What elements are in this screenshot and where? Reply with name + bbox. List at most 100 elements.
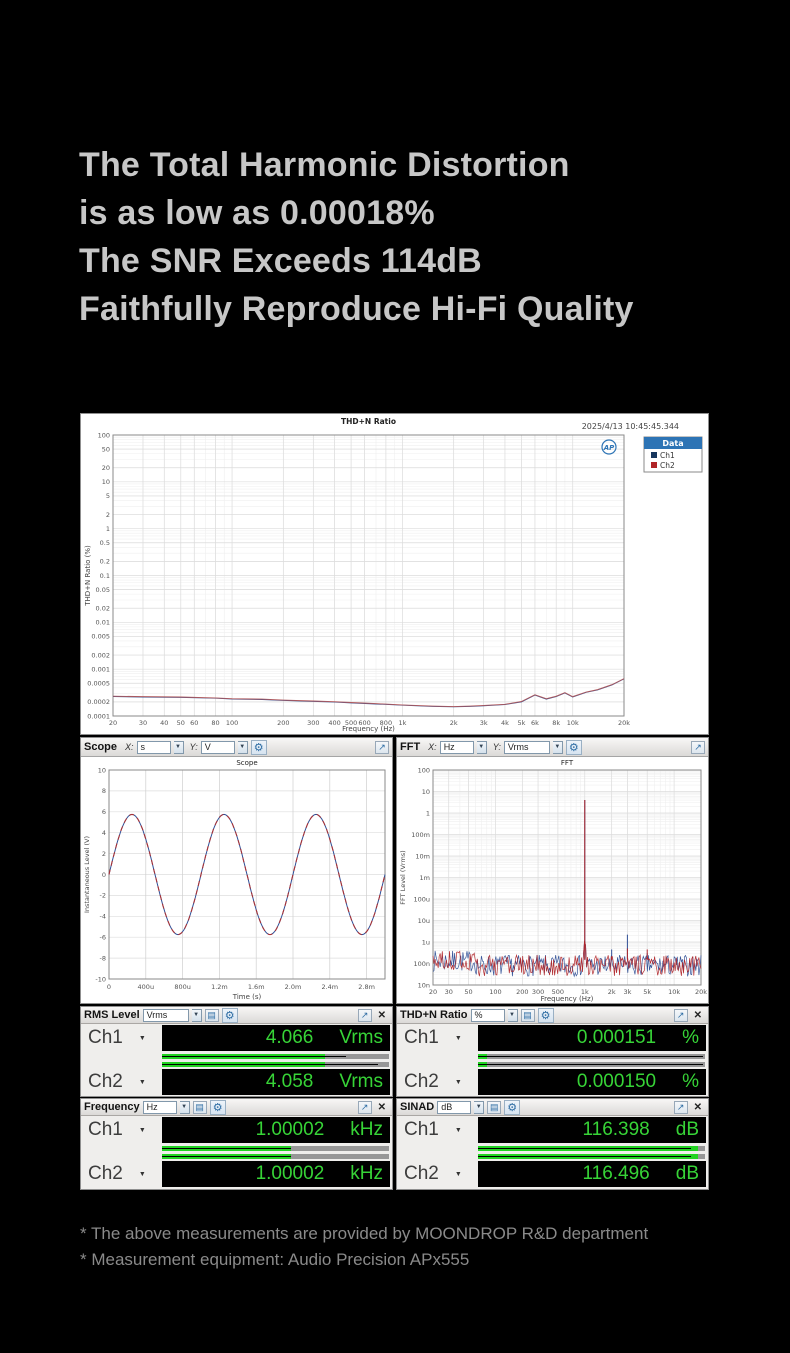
page: The Total Harmonic Distortion is as low … bbox=[0, 0, 790, 1353]
svg-text:100: 100 bbox=[226, 719, 238, 727]
scope-x-unit-dropdown[interactable]: s bbox=[137, 741, 171, 754]
level-bar bbox=[478, 1154, 705, 1159]
svg-text:0.0002: 0.0002 bbox=[87, 698, 110, 706]
close-icon[interactable]: ✕ bbox=[691, 1102, 705, 1113]
svg-text:30: 30 bbox=[139, 719, 147, 727]
channel-selector[interactable]: Ch2▼ bbox=[88, 1071, 146, 1093]
unit-dropdown[interactable]: Hz bbox=[143, 1101, 177, 1114]
svg-text:5: 5 bbox=[106, 492, 110, 500]
popout-icon[interactable]: ↗ bbox=[358, 1009, 372, 1022]
meter-value: 4.066 bbox=[266, 1027, 314, 1049]
gear-icon[interactable]: ⚙ bbox=[251, 740, 267, 755]
meter-title: SINAD bbox=[400, 1101, 434, 1113]
svg-text:3k: 3k bbox=[480, 719, 488, 727]
svg-text:400u: 400u bbox=[138, 983, 155, 991]
channel-selector[interactable]: Ch1▼ bbox=[404, 1119, 462, 1141]
scope-panel: Scope X: s▼ Y: V▼ ⚙ ↗ 1086420-2-4-6-8-10… bbox=[80, 737, 393, 1004]
meter-value: 116.398 bbox=[582, 1119, 649, 1141]
unit-dropdown[interactable]: Vrms bbox=[143, 1009, 189, 1022]
chevron-down-icon[interactable]: ▼ bbox=[238, 741, 248, 754]
lcd-display: 4.058Vrms bbox=[162, 1069, 390, 1095]
svg-text:0.002: 0.002 bbox=[91, 651, 110, 659]
y-axis-selector-label: Y: bbox=[493, 742, 501, 752]
popout-icon[interactable]: ↗ bbox=[674, 1009, 688, 1022]
level-bar bbox=[478, 1054, 705, 1059]
fft-chart: 100101100m10m1m100u10u1u100n10n203050100… bbox=[397, 757, 708, 1003]
meter-unit: % bbox=[682, 1027, 699, 1049]
display-mode-icon[interactable]: ▤ bbox=[205, 1009, 219, 1022]
gear-icon[interactable]: ⚙ bbox=[538, 1008, 554, 1023]
svg-text:2: 2 bbox=[106, 511, 110, 519]
close-icon[interactable]: ✕ bbox=[375, 1010, 389, 1021]
svg-text:Data: Data bbox=[662, 439, 683, 448]
meter-unit: Vrms bbox=[339, 1071, 383, 1093]
gear-icon[interactable]: ⚙ bbox=[566, 740, 582, 755]
scope-chart: 1086420-2-4-6-8-100400u800u1.2m1.6m2.0m2… bbox=[81, 757, 392, 1003]
lcd-display: 1.00002kHz bbox=[162, 1117, 390, 1143]
svg-text:100: 100 bbox=[489, 988, 501, 996]
chevron-down-icon: ▼ bbox=[139, 1127, 146, 1134]
svg-text:1: 1 bbox=[106, 525, 110, 533]
svg-text:10: 10 bbox=[98, 766, 106, 774]
meter-title: RMS Level bbox=[84, 1009, 140, 1021]
fft-x-unit-dropdown[interactable]: Hz bbox=[440, 741, 474, 754]
svg-text:10u: 10u bbox=[418, 917, 430, 925]
display-mode-icon[interactable]: ▤ bbox=[487, 1101, 501, 1114]
close-icon[interactable]: ✕ bbox=[375, 1102, 389, 1113]
meter-unit: kHz bbox=[350, 1163, 383, 1185]
level-bar bbox=[478, 1062, 705, 1067]
meter-panel-thd-n-ratio: THD+N Ratio %▼ ▤ ⚙ ↗ ✕ Ch1▼ 0.000151% Ch… bbox=[396, 1006, 709, 1097]
x-axis-selector-label: X: bbox=[125, 742, 134, 752]
unit-dropdown[interactable]: % bbox=[471, 1009, 505, 1022]
x-axis-selector-label: X: bbox=[428, 742, 437, 752]
lcd-display: 0.000150% bbox=[478, 1069, 706, 1095]
chevron-down-icon[interactable]: ▼ bbox=[508, 1009, 518, 1022]
meter-value: 0.000150 bbox=[577, 1071, 656, 1093]
close-icon[interactable]: ✕ bbox=[691, 1010, 705, 1021]
popout-icon[interactable]: ↗ bbox=[358, 1101, 372, 1114]
unit-dropdown[interactable]: dB bbox=[437, 1101, 471, 1114]
svg-text:10: 10 bbox=[422, 788, 430, 796]
channel-selector[interactable]: Ch2▼ bbox=[88, 1163, 146, 1185]
chevron-down-icon[interactable]: ▼ bbox=[553, 741, 563, 754]
chevron-down-icon: ▼ bbox=[139, 1171, 146, 1178]
display-mode-icon[interactable]: ▤ bbox=[521, 1009, 535, 1022]
channel-selector[interactable]: Ch2▼ bbox=[404, 1163, 462, 1185]
gear-icon[interactable]: ⚙ bbox=[222, 1008, 238, 1023]
y-axis-selector-label: Y: bbox=[190, 742, 198, 752]
chevron-down-icon[interactable]: ▼ bbox=[474, 1101, 484, 1114]
chevron-down-icon[interactable]: ▼ bbox=[180, 1101, 190, 1114]
channel-selector[interactable]: Ch1▼ bbox=[88, 1027, 146, 1049]
footnote-2: * Measurement equipment: Audio Precision… bbox=[80, 1247, 648, 1273]
popout-icon[interactable]: ↗ bbox=[674, 1101, 688, 1114]
popout-icon[interactable]: ↗ bbox=[691, 741, 705, 754]
svg-text:2.8m: 2.8m bbox=[358, 983, 375, 991]
svg-text:2k: 2k bbox=[450, 719, 458, 727]
chevron-down-icon[interactable]: ▼ bbox=[477, 741, 487, 754]
gear-icon[interactable]: ⚙ bbox=[504, 1100, 520, 1115]
channel-selector[interactable]: Ch1▼ bbox=[88, 1119, 146, 1141]
svg-text:Frequency (Hz): Frequency (Hz) bbox=[541, 995, 594, 1003]
svg-text:2025/4/13 10:45:45.344: 2025/4/13 10:45:45.344 bbox=[582, 422, 679, 431]
meter-body: Ch1▼ 4.066 Vrms Ch2▼ 4.058Vrms bbox=[81, 1024, 392, 1096]
gear-icon[interactable]: ⚙ bbox=[210, 1100, 226, 1115]
scope-y-unit-dropdown[interactable]: V bbox=[201, 741, 235, 754]
svg-text:1k: 1k bbox=[398, 719, 406, 727]
chevron-down-icon[interactable]: ▼ bbox=[174, 741, 184, 754]
svg-text:0.0001: 0.0001 bbox=[87, 712, 110, 720]
display-mode-icon[interactable]: ▤ bbox=[193, 1101, 207, 1114]
popout-icon[interactable]: ↗ bbox=[375, 741, 389, 754]
channel-selector[interactable]: Ch2▼ bbox=[404, 1071, 462, 1093]
svg-text:FFT Level (Vrms): FFT Level (Vrms) bbox=[399, 850, 407, 904]
meter-value: 1.00002 bbox=[256, 1163, 325, 1185]
chevron-down-icon[interactable]: ▼ bbox=[192, 1009, 202, 1022]
channel-selector[interactable]: Ch1▼ bbox=[404, 1027, 462, 1049]
svg-text:10m: 10m bbox=[415, 852, 430, 860]
svg-text:20: 20 bbox=[109, 719, 117, 727]
thd-ratio-chart-panel: 1005020105210.50.20.10.050.020.010.0050.… bbox=[80, 413, 709, 735]
svg-text:50: 50 bbox=[102, 445, 110, 453]
svg-text:20: 20 bbox=[102, 464, 110, 472]
fft-y-unit-dropdown[interactable]: Vrms bbox=[504, 741, 550, 754]
svg-text:0: 0 bbox=[107, 983, 111, 991]
meter-header: THD+N Ratio %▼ ▤ ⚙ ↗ ✕ bbox=[397, 1007, 708, 1024]
